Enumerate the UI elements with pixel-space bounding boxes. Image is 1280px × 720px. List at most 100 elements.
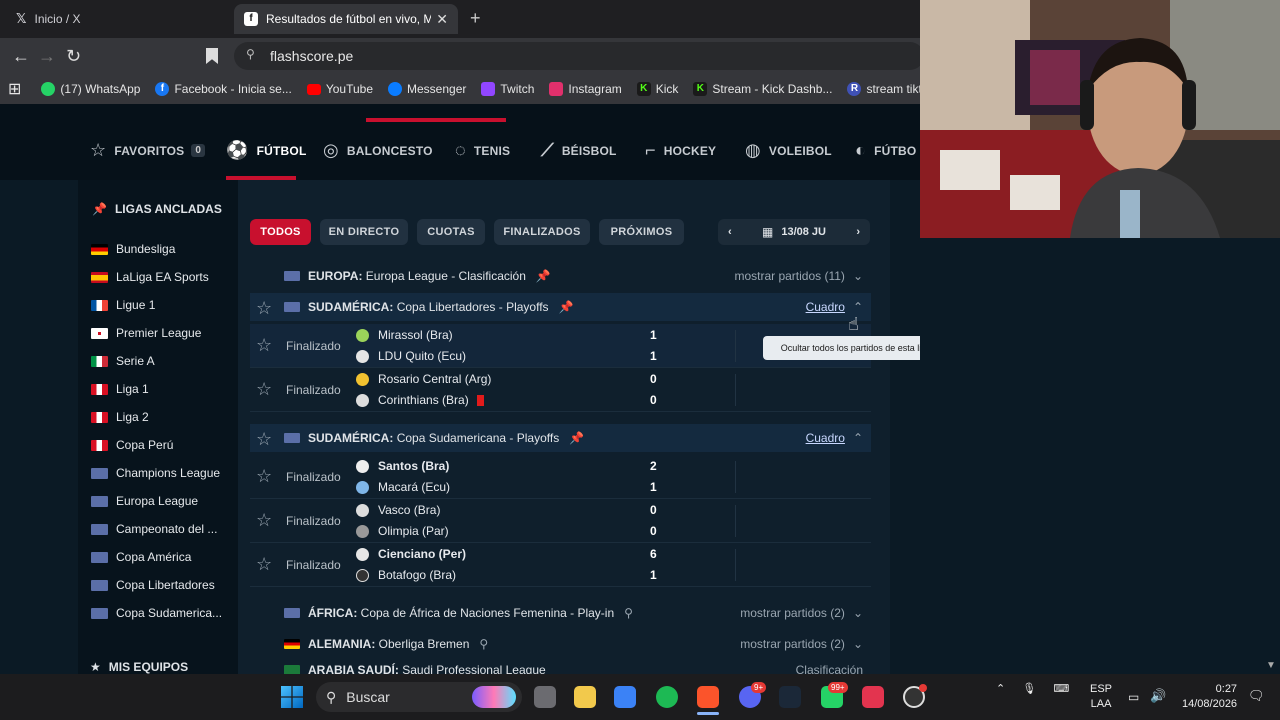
star-icon[interactable]: ☆ [256,429,272,450]
star-icon[interactable]: ☆ [256,335,272,356]
show-matches-link[interactable]: mostrar partidos (11) [734,269,844,283]
sidebar-item-liga1[interactable]: Liga 1 [91,382,149,396]
league-header-africa[interactable]: ÁFRICA: Copa de África de Naciones Femen… [250,599,871,627]
sidebar-item-premier-league[interactable]: Premier League [91,326,201,340]
reload-icon[interactable]: ↻ [66,46,81,67]
nav-baloncesto[interactable]: ◎ BALONCESTO [323,140,433,161]
date-picker[interactable]: ‹ ▦ 13/08 JU › [718,219,870,245]
star-icon[interactable]: ☆ [256,510,272,531]
match-row[interactable]: ☆ Finalizado Rosario Central (Arg) Corin… [250,368,871,412]
sidebar-item-copa-america[interactable]: Copa América [91,550,191,564]
pin-icon[interactable]: 📌 [536,269,551,283]
notification-icon[interactable]: 🗨 [1248,688,1265,704]
chevron-down-icon[interactable]: ⌄ [853,637,863,651]
sidebar-item-campeonato[interactable]: Campeonato del ... [91,522,217,536]
new-tab-icon[interactable]: + [470,8,481,29]
close-tab-icon[interactable]: ✕ [436,11,448,28]
star-icon[interactable]: ☆ [256,554,272,575]
site-info-icon[interactable]: ⚲ [246,47,255,61]
pin-icon[interactable]: ⚲ [479,637,488,651]
streaming-app-icon[interactable] [862,686,884,708]
bookmark-messenger[interactable]: Messenger [388,82,466,96]
sidebar-item-bundesliga[interactable]: Bundesliga [91,242,175,256]
show-matches-link[interactable]: mostrar partidos (2) [740,606,845,620]
my-teams-title[interactable]: ★ MIS EQUIPOS [90,660,188,674]
sidebar-item-champions-league[interactable]: Champions League [91,466,220,480]
show-matches-link[interactable]: mostrar partidos (2) [740,637,845,651]
store-icon[interactable] [614,686,636,708]
nav-hockey[interactable]: ⌐ HOCKEY [645,140,716,161]
star-icon[interactable]: ☆ [256,298,272,319]
filter-proximos[interactable]: PRÓXIMOS [599,219,684,245]
chevron-down-icon[interactable]: ⌄ [853,269,863,283]
forward-icon[interactable]: → [38,46,56,67]
sidebar-item-liga2[interactable]: Liga 2 [91,410,149,424]
chevron-down-icon[interactable]: ⌄ [853,606,863,620]
bracket-link[interactable]: Cuadro [806,431,845,445]
tab-flashscore[interactable]: f Resultados de fútbol en vivo, Ma ✕ [234,4,458,34]
chevron-up-icon[interactable]: ⌃ [853,300,863,314]
prev-day-icon[interactable]: ‹ [728,226,732,238]
filter-finalizados[interactable]: FINALIZADOS [494,219,590,245]
filter-todos[interactable]: TODOS [250,219,311,245]
match-row[interactable]: ☆ Finalizado Cienciano (Per) Botafogo (B… [250,543,871,587]
scroll-down-icon[interactable]: ▼ [1266,660,1276,671]
bookmark-instagram[interactable]: Instagram [549,82,622,96]
brave-browser-icon[interactable] [697,686,719,708]
standings-link[interactable]: Clasificación [796,663,863,674]
pin-icon[interactable]: 📌 [569,431,584,445]
sidebar-item-ligue1[interactable]: Ligue 1 [91,298,155,312]
pin-icon[interactable]: ⚲ [624,606,633,620]
nav-futbol[interactable]: ⚽ FÚTBOL [226,140,306,161]
volume-icon[interactable]: 🔊 [1150,688,1166,704]
filter-cuotas[interactable]: CUOTAS [417,219,485,245]
keyboard-icon[interactable]: ⌨ [1053,683,1069,695]
bookmark-kick[interactable]: K Kick [636,82,678,96]
sidebar-item-serie-a[interactable]: Serie A [91,354,155,368]
filter-en-directo[interactable]: EN DIRECTO [320,219,408,245]
sidebar-item-laliga[interactable]: LaLiga EA Sports [91,270,209,284]
bookmark-whatsapp[interactable]: (17) WhatsApp [41,82,140,96]
clock[interactable]: 0:27 14/08/2026 [1182,682,1237,712]
star-icon[interactable]: ☆ [256,466,272,487]
league-header-alemania[interactable]: ALEMANIA: Oberliga Bremen ⚲ mostrar part… [250,630,871,658]
bookmark-stream-tiktok[interactable]: Rstream tiktok [847,82,920,96]
back-icon[interactable]: ← [12,46,30,67]
spotify-icon[interactable] [656,686,678,708]
steam-icon[interactable] [779,686,801,708]
apps-icon[interactable]: ⊞ [8,79,21,99]
nav-futbol-americano[interactable]: ◐ FÚTBO [855,140,916,161]
star-icon[interactable]: ☆ [256,379,272,400]
tab-x[interactable]: 𝕏 Inicio / X [6,4,226,34]
task-view-icon[interactable] [534,686,556,708]
network-icon[interactable]: ▭ [1128,690,1139,704]
chevron-up-icon[interactable]: ⌃ [996,683,1005,695]
nav-favorites[interactable]: ☆ FAVORITOS 0 [90,140,206,161]
match-row[interactable]: ☆ Finalizado Vasco (Bra) Olimpia (Par) 0… [250,499,871,543]
bookmark-kick-dashboard[interactable]: K Stream - Kick Dashb... [693,82,832,96]
bracket-link[interactable]: Cuadro [806,300,845,314]
language-indicator[interactable]: ESP LAA [1090,682,1112,712]
file-explorer-icon[interactable] [574,686,596,708]
pin-icon[interactable]: 📌 [559,300,574,314]
bookmark-facebook[interactable]: f Facebook - Inicia se... [155,82,292,96]
nav-tenis[interactable]: ◌ TENIS [455,140,510,161]
nav-beisbol[interactable]: ⟋ BÉISBOL [541,140,617,161]
url-input[interactable]: ⚲ flashscore.pe [234,42,924,70]
chevron-up-icon[interactable]: ⌃ [853,431,863,445]
league-header-arabia[interactable]: ARABIA SAUDÍ: Saudi Professional League … [250,661,871,674]
next-day-icon[interactable]: › [856,226,860,238]
sidebar-item-copa-libertadores[interactable]: Copa Libertadores [91,578,215,592]
match-row[interactable]: ☆ Finalizado Santos (Bra) Macará (Ecu) 2… [250,455,871,499]
league-header-libertadores[interactable]: ☆ SUDAMÉRICA: Copa Libertadores - Playof… [250,293,871,321]
sidebar-item-copa-peru[interactable]: Copa Perú [91,438,173,452]
nav-voleibol[interactable]: ◍ VOLEIBOL [745,140,832,161]
sidebar-item-copa-sudamericana[interactable]: Copa Sudamerica... [91,606,222,620]
bookmark-twitch[interactable]: Twitch [481,82,534,96]
microphone-icon[interactable]: 🎙 [1022,683,1036,695]
taskbar-search[interactable]: ⚲ Buscar [316,682,522,712]
sidebar-item-europa-league[interactable]: Europa League [91,494,198,508]
league-header-europa[interactable]: EUROPA: Europa League - Clasificación 📌 … [250,262,871,290]
league-header-sudamericana[interactable]: ☆ SUDAMÉRICA: Copa Sudamericana - Playof… [250,424,871,452]
bookmark-youtube[interactable]: YouTube [306,82,373,96]
